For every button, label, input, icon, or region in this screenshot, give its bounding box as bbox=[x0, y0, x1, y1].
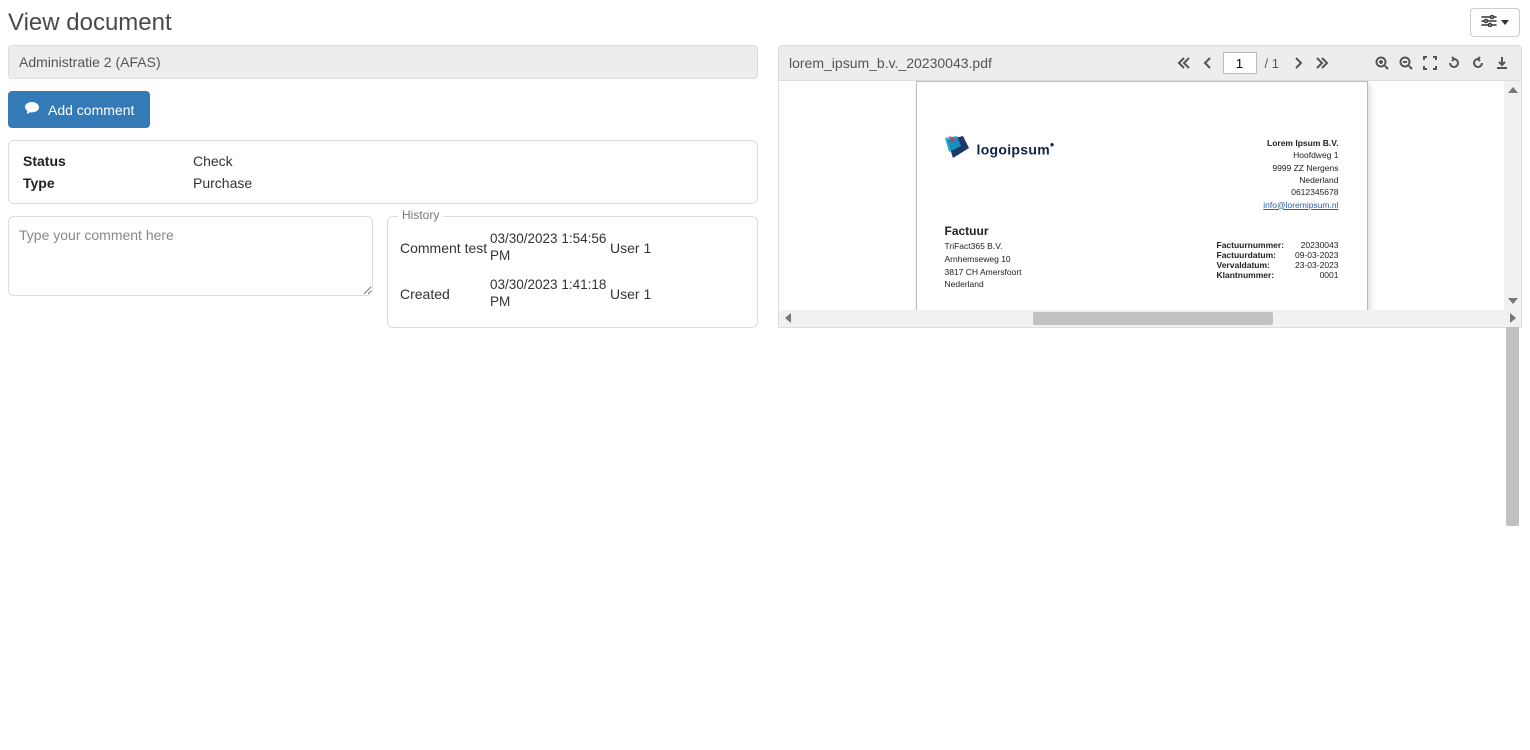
comment-icon bbox=[24, 101, 40, 118]
vertical-scrollbar[interactable] bbox=[1504, 81, 1521, 310]
prev-page-button[interactable] bbox=[1199, 54, 1217, 72]
history-user: User 1 bbox=[610, 240, 651, 256]
pdf-viewer-pane: lorem_ipsum_b.v._20230043.pdf / 1 logoip… bbox=[778, 45, 1522, 328]
left-pane: Administratie 2 (AFAS) Add comment Statu… bbox=[8, 45, 758, 328]
page-title: View document bbox=[8, 9, 172, 37]
fullscreen-button[interactable] bbox=[1421, 54, 1439, 72]
type-value: Purchase bbox=[193, 175, 252, 191]
rotate-right-button[interactable] bbox=[1469, 54, 1487, 72]
history-user: User 1 bbox=[610, 286, 651, 302]
scroll-down-icon[interactable] bbox=[1504, 293, 1521, 310]
scroll-right-icon[interactable] bbox=[1504, 310, 1521, 327]
company-address: Lorem Ipsum B.V. Hoofdweg 1 9999 ZZ Nerg… bbox=[1263, 137, 1338, 211]
history-row: Created 03/30/2023 1:41:18 PM User 1 bbox=[400, 271, 745, 317]
zoom-out-button[interactable] bbox=[1397, 54, 1415, 72]
history-event: Created bbox=[400, 286, 490, 302]
add-comment-label: Add comment bbox=[48, 102, 134, 118]
next-page-button[interactable] bbox=[1289, 54, 1307, 72]
pdf-filename: lorem_ipsum_b.v._20230043.pdf bbox=[789, 55, 992, 71]
download-button[interactable] bbox=[1493, 54, 1511, 72]
rotate-left-button[interactable] bbox=[1445, 54, 1463, 72]
history-card: History Comment test 03/30/2023 1:54:56 … bbox=[387, 216, 758, 328]
status-value: Check bbox=[193, 153, 233, 169]
vertical-scroll-thumb[interactable] bbox=[1506, 326, 1519, 526]
pdf-page: logoipsum• Lorem Ipsum B.V. Hoofdweg 1 9… bbox=[916, 81, 1368, 310]
invoice-meta: Factuurnummer:20230043 Factuurdatum:09-0… bbox=[1217, 240, 1339, 280]
company-email-link: info@loremipsum.nl bbox=[1263, 200, 1338, 210]
pdf-viewer-body: logoipsum• Lorem Ipsum B.V. Hoofdweg 1 9… bbox=[778, 81, 1522, 328]
settings-button[interactable] bbox=[1470, 8, 1520, 37]
history-legend: History bbox=[398, 208, 443, 222]
comment-input[interactable] bbox=[8, 216, 373, 296]
history-event: Comment test bbox=[400, 240, 490, 256]
caret-down-icon bbox=[1501, 20, 1509, 25]
scroll-left-icon[interactable] bbox=[779, 310, 796, 327]
horizontal-scroll-thumb[interactable] bbox=[1033, 312, 1273, 325]
add-comment-button[interactable]: Add comment bbox=[8, 91, 150, 128]
document-info-card: Status Check Type Purchase bbox=[8, 140, 758, 204]
invoice-logo-text: logoipsum• bbox=[977, 139, 1055, 158]
type-label: Type bbox=[23, 175, 193, 191]
scroll-up-icon[interactable] bbox=[1504, 81, 1521, 98]
horizontal-scrollbar[interactable] bbox=[779, 310, 1521, 327]
last-page-button[interactable] bbox=[1313, 54, 1331, 72]
status-label: Status bbox=[23, 153, 193, 169]
invoice-logo: logoipsum• bbox=[945, 136, 1055, 160]
sliders-icon bbox=[1481, 15, 1497, 30]
bill-to-block: TriFact365 B.V. Arnhemseweg 10 3817 CH A… bbox=[945, 240, 1022, 291]
administration-bar: Administratie 2 (AFAS) bbox=[8, 45, 758, 79]
pdf-toolbar: lorem_ipsum_b.v._20230043.pdf / 1 bbox=[778, 45, 1522, 81]
history-row: Comment test 03/30/2023 1:54:56 PM User … bbox=[400, 225, 745, 271]
page-total-label: / 1 bbox=[1265, 56, 1279, 71]
first-page-button[interactable] bbox=[1175, 54, 1193, 72]
history-time: 03/30/2023 1:54:56 PM bbox=[490, 231, 610, 265]
page-number-input[interactable] bbox=[1223, 52, 1257, 74]
invoice-title: Factuur bbox=[945, 224, 989, 238]
history-time: 03/30/2023 1:41:18 PM bbox=[490, 277, 610, 311]
zoom-in-button[interactable] bbox=[1373, 54, 1391, 72]
pdf-canvas[interactable]: logoipsum• Lorem Ipsum B.V. Hoofdweg 1 9… bbox=[779, 81, 1504, 310]
